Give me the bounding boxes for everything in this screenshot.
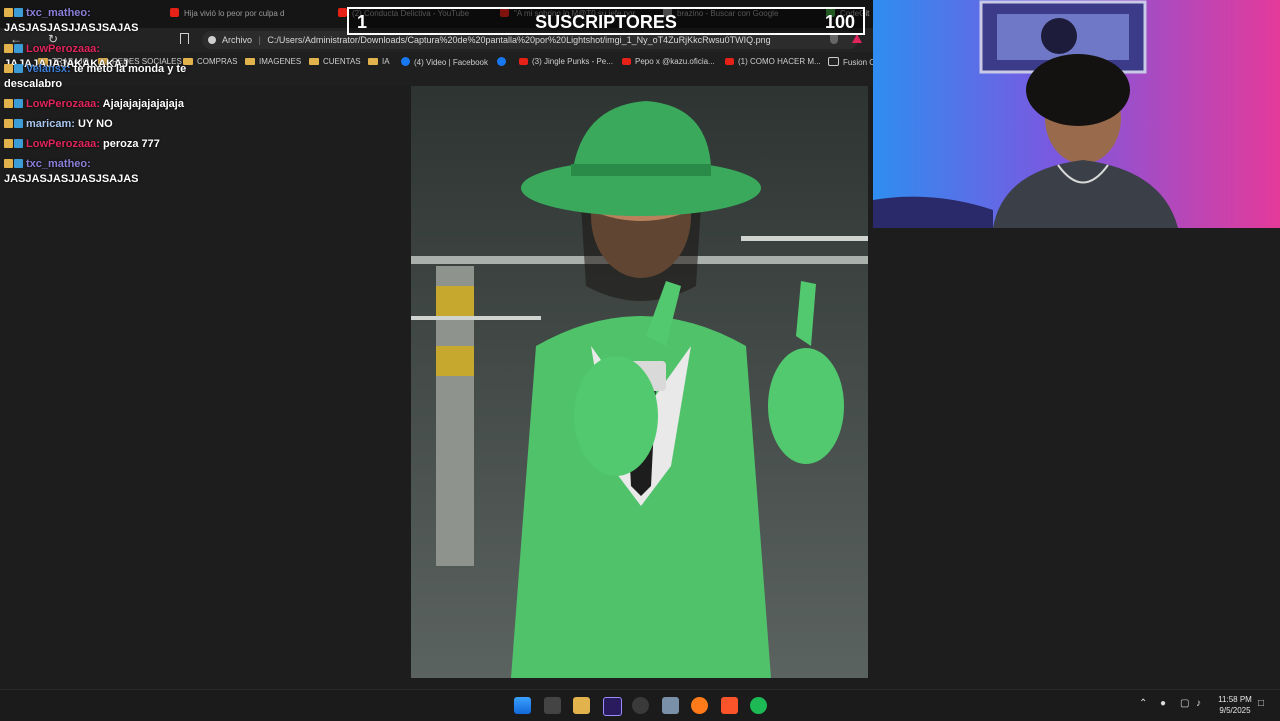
chat-separator: : [96, 43, 100, 55]
chat-separator: : [87, 7, 91, 19]
webcam-feed [873, 0, 1280, 228]
chat-badge-icon [4, 159, 13, 168]
obs-icon[interactable] [632, 697, 649, 714]
notepad-icon[interactable] [662, 697, 679, 714]
chat-message: txc_matheo: JASJASJASJJASJSAJAS [4, 157, 219, 187]
goal-end-value: 100 [824, 12, 855, 32]
chat-username: txc_matheo [26, 7, 88, 19]
goal-title: SUSCRIPTORES [535, 12, 677, 32]
bookmark-label: IMAGENES [259, 57, 302, 66]
webcam-illustration [873, 0, 1280, 228]
chat-text: peroza 777 [103, 138, 160, 150]
chat-badge-icon [14, 119, 23, 128]
facebook-icon [497, 57, 506, 66]
system-clock[interactable]: 11:58 PM 9/5/2025 [1212, 694, 1258, 716]
bookmark-label: (1) COMO HACER M... [738, 57, 821, 66]
tiktok-icon [828, 57, 839, 66]
folder-icon [368, 58, 378, 65]
bookmark-item[interactable]: CUENTAS [309, 57, 361, 66]
chat-badge-icon [14, 64, 23, 73]
chat-badge-icon [14, 139, 23, 148]
firefox-icon[interactable] [691, 697, 708, 714]
tab-favicon-icon [338, 8, 347, 17]
folder-icon [245, 58, 255, 65]
chat-username: LowPerozaaa [26, 98, 97, 110]
bookmark-item[interactable]: Fusion Cl [828, 57, 877, 67]
tray-chevron-icon[interactable]: ⌃ [1139, 698, 1147, 709]
chat-separator: : [87, 158, 91, 170]
clock-date: 9/5/2025 [1219, 706, 1251, 715]
chat-badge-icon [4, 44, 13, 53]
chat-separator: : [71, 118, 78, 130]
extension-alert-icon[interactable] [852, 34, 862, 43]
chat-message: LowPerozaaa: peroza 777 [4, 137, 219, 152]
spotify-icon[interactable] [750, 697, 767, 714]
chat-username: txc_matheo [26, 158, 88, 170]
photo-illustration [411, 86, 868, 678]
chat-message: maricam: UY NO [4, 117, 219, 132]
chat-separator: : [66, 63, 74, 75]
chat-badge-icon [14, 99, 23, 108]
chat-badge-icon [14, 8, 23, 17]
address-url: C:/Users/Administrator/Downloads/Captura… [267, 35, 771, 45]
bookmark-item[interactable] [497, 57, 510, 67]
microphone-icon[interactable]: ● [1160, 698, 1166, 709]
chat-text: JASJASJASJJASJSAJAS [4, 22, 139, 34]
bookmark-label: CUENTAS [323, 57, 361, 66]
premiere-icon[interactable] [603, 697, 622, 716]
bookmark-label: Fusion Cl [843, 58, 877, 67]
bookmark-item[interactable]: (3) Jingle Punks - Pe... [519, 57, 613, 66]
chat-text: Ajajajajajajajaja [102, 98, 184, 110]
volume-icon[interactable]: ♪ [1196, 698, 1201, 709]
bookmark-item[interactable]: IMAGENES [245, 57, 301, 66]
task-view-icon[interactable] [544, 697, 561, 714]
chat-message: LowPerozaaa: Ajajajajajajajaja [4, 97, 219, 112]
chat-message: txc_matheo: JASJASJASJJASJSAJAS [4, 6, 219, 36]
bookmark-item[interactable]: (4) Video | Facebook [401, 57, 488, 67]
facebook-icon [401, 57, 410, 66]
folder-icon [309, 58, 319, 65]
chat-username: Velansx [26, 63, 67, 75]
extension-shield-icon[interactable] [830, 34, 838, 44]
youtube-icon [622, 58, 631, 65]
youtube-icon [519, 58, 528, 65]
chat-text: UY NO [78, 118, 113, 130]
clock-time: 11:58 PM [1218, 695, 1252, 704]
bookmark-label: (3) Jingle Punks - Pe... [532, 57, 613, 66]
displayed-photo [411, 86, 868, 678]
chat-badge-icon [14, 159, 23, 168]
windows-start-icon[interactable] [514, 697, 531, 714]
display-icon[interactable]: ▢ [1180, 698, 1189, 709]
address-prefix: Archivo [222, 35, 253, 45]
bookmark-item[interactable]: Pepo x @kazu.oficia... [622, 57, 715, 66]
bookmark-label: (4) Video | Facebook [414, 58, 488, 67]
notification-icon[interactable]: □ [1258, 698, 1264, 709]
bookmark-label: IA [382, 57, 390, 66]
chat-username: maricam [26, 118, 72, 130]
taskbar: ⌃ ● ▢ ♪ 11:58 PM 9/5/2025 □ [0, 689, 1280, 721]
youtube-icon [725, 58, 734, 65]
chat-badge-icon [4, 119, 13, 128]
bookmark-label: Pepo x @kazu.oficia... [635, 57, 715, 66]
brave-icon[interactable] [721, 697, 738, 714]
chat-badge-icon [4, 64, 13, 73]
chat-badge-icon [14, 44, 23, 53]
chat-badge-icon [4, 99, 13, 108]
bookmark-item[interactable]: IA [368, 57, 390, 66]
chat-badge-icon [4, 139, 13, 148]
chat-badge-icon [4, 8, 13, 17]
file-explorer-icon[interactable] [573, 697, 590, 714]
chat-username: LowPerozaaa [26, 138, 97, 150]
chat-text: JASJASJASJJASJSAJAS [4, 173, 139, 185]
chat-username: LowPerozaaa [26, 43, 97, 55]
bookmark-item[interactable]: (1) COMO HACER M... [725, 57, 821, 66]
chat-message: Velansx: te meto la monda y te descalabr… [4, 62, 219, 92]
subscriber-goal-bar: 1 SUSCRIPTORES 100 [347, 7, 865, 35]
